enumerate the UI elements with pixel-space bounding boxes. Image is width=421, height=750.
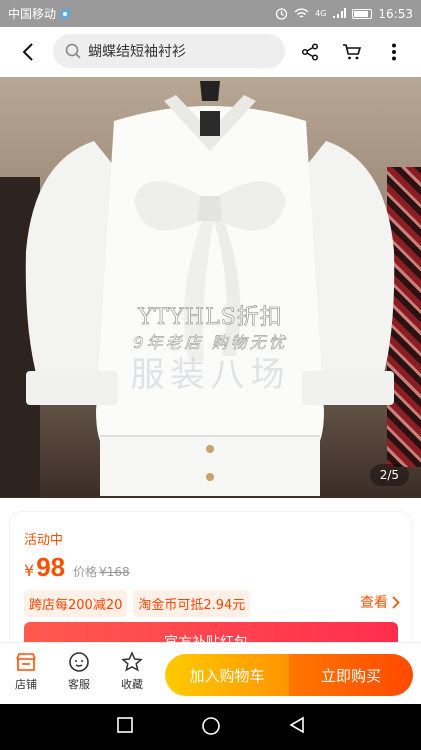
carrier-logo-icon: [60, 8, 71, 19]
status-bar: 中国移动 4G 16:53: [0, 0, 421, 27]
watermark-shop-name: YTYHLS折扣: [138, 305, 283, 331]
back-triangle-icon[interactable]: [288, 716, 306, 734]
chat-face-icon: [69, 652, 89, 672]
cart-icon: [343, 44, 362, 60]
cart-button[interactable]: [339, 39, 365, 65]
signal-icon: [333, 8, 347, 18]
original-price: ¥168: [99, 565, 130, 579]
customer-service-button[interactable]: 客服: [59, 651, 99, 692]
recents-icon[interactable]: [116, 716, 134, 734]
share-icon: [301, 43, 319, 61]
original-price-label: 价格: [73, 565, 98, 579]
activity-badge: 活动中: [24, 533, 64, 548]
shop-label: 店铺: [15, 678, 37, 691]
star-icon: [121, 651, 143, 672]
carrier-name: 中国移动: [8, 7, 57, 21]
promo-tags: 跨店每200减20 淘金币可抵2.94元: [24, 590, 251, 617]
alarm-icon: [275, 8, 288, 20]
price-value: 98: [36, 552, 66, 582]
more-vertical-icon: [392, 43, 396, 61]
chevron-left-icon: [22, 43, 33, 61]
product-info-card: 活动中 ¥ 98 价格 ¥168 跨店每200减20 淘金币可抵2.94元 查看…: [10, 512, 412, 652]
wifi-icon: [294, 8, 309, 18]
chevron-right-icon: [392, 595, 400, 609]
battery-icon: [352, 8, 373, 19]
back-button[interactable]: [10, 27, 46, 77]
product-photo-shirt: [25, 81, 395, 496]
clock: 16:53: [378, 6, 413, 21]
customer-service-label: 客服: [68, 678, 90, 691]
network-type: 4G: [315, 9, 327, 18]
bottom-action-bar: 店铺 客服 收藏 加入购物车 立即购买: [0, 642, 421, 704]
image-counter: 2/5: [369, 464, 409, 486]
more-button[interactable]: [381, 39, 407, 65]
shop-icon: [16, 653, 36, 671]
promo-tag[interactable]: 淘金币可抵2.94元: [133, 590, 251, 617]
carrier: 中国移动: [8, 5, 71, 22]
promo-tag[interactable]: 跨店每200减20: [24, 590, 128, 617]
see-all-label: 查看: [360, 595, 388, 611]
add-to-cart-button[interactable]: 加入购物车: [165, 654, 289, 696]
share-button[interactable]: [297, 39, 323, 65]
search-icon: [65, 43, 81, 59]
top-navbar: 蝴蝶结短袖衬衫: [0, 27, 421, 77]
price-row: ¥ 98 价格 ¥168: [24, 552, 130, 583]
system-nav-bar: [0, 704, 421, 750]
watermark-brand: 服装八场: [130, 355, 291, 395]
buy-now-button[interactable]: 立即购买: [289, 654, 413, 696]
favorite-label: 收藏: [121, 678, 143, 691]
see-all-promos-link[interactable]: 查看: [360, 592, 400, 612]
search-box[interactable]: 蝴蝶结短袖衬衫: [53, 34, 285, 68]
product-image-gallery[interactable]: YTYHLS折扣 9年老店 购物无忧 服装八场 2/5: [0, 77, 421, 498]
shop-button[interactable]: 店铺: [6, 651, 46, 692]
price-currency: ¥: [24, 561, 35, 580]
favorite-button[interactable]: 收藏: [112, 651, 152, 692]
search-query: 蝴蝶结短袖衬衫: [88, 44, 186, 60]
home-icon[interactable]: [201, 716, 221, 736]
